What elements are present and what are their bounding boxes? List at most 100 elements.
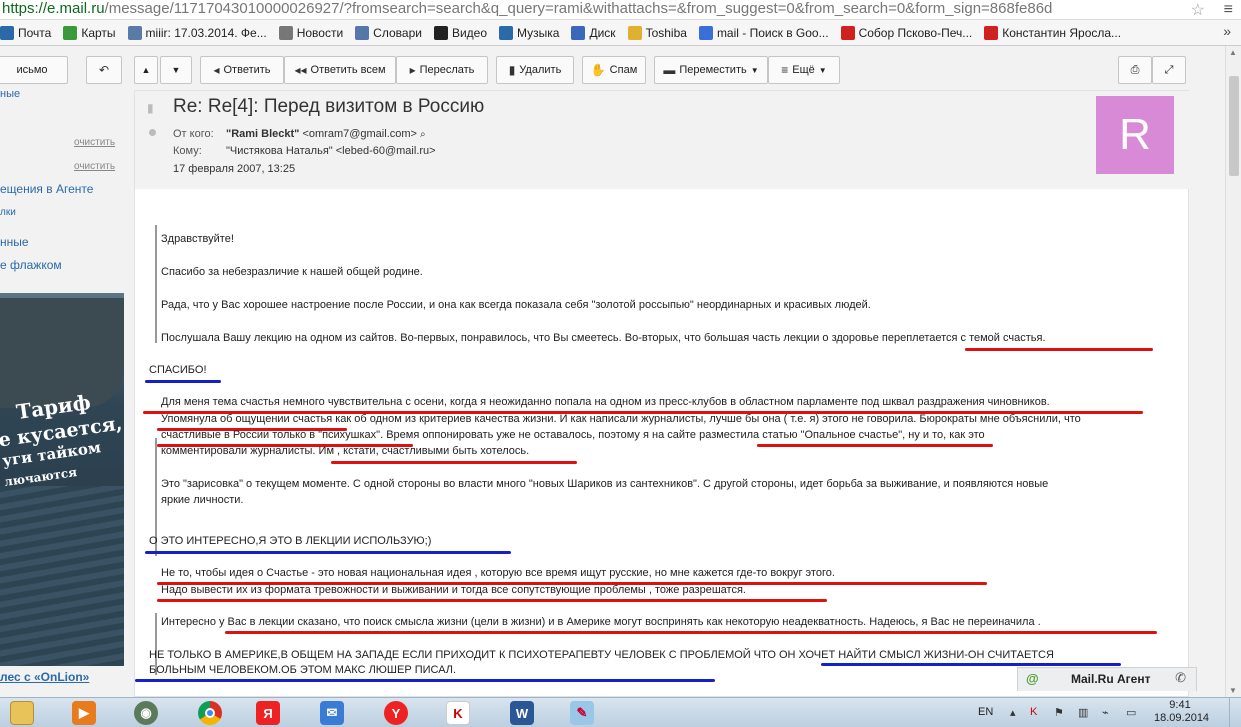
agent-at-icon: @ <box>1026 671 1039 686</box>
bookmark-item[interactable]: Toshiba <box>627 25 687 40</box>
reply-all-icon: ◂◂ <box>294 63 307 77</box>
back-to-inbox-button[interactable]: исьмо <box>0 56 68 84</box>
text-line: Для меня тема счастья немного чувствител… <box>161 396 1050 408</box>
chrome-taskbar-icon[interactable] <box>192 700 228 726</box>
show-desktop-button[interactable] <box>1229 698 1241 727</box>
bookmark-favicon-icon <box>63 25 78 40</box>
network-tray-icon[interactable]: ▥ <box>1078 706 1088 719</box>
explorer-taskbar-icon[interactable] <box>4 700 40 726</box>
scrollbar-thumb[interactable] <box>1229 76 1239 176</box>
mailru-agent-bar[interactable]: @ Mail.Ru Агент ✆ <box>1017 667 1197 691</box>
bookmark-star-icon[interactable]: ☆ <box>1191 0 1205 20</box>
print-button[interactable]: ⎙ <box>1118 56 1152 84</box>
kaspersky-taskbar-icon[interactable]: K <box>440 700 476 726</box>
bookmark-item[interactable]: Музыка <box>499 25 559 40</box>
flag-icon[interactable]: ▮ <box>147 101 154 115</box>
bookmark-favicon-icon <box>355 25 370 40</box>
scroll-up-icon[interactable]: ▲ <box>1229 48 1237 57</box>
bookmark-item[interactable]: miiir: 17.03.2014. Фе... <box>127 25 267 40</box>
bookmark-item[interactable]: Карты <box>63 25 116 40</box>
bookmark-item[interactable]: Собор Псково-Печ... <box>840 25 972 40</box>
clear-link[interactable]: очистить <box>74 161 115 172</box>
flag-tray-icon[interactable]: ⚑ <box>1054 706 1064 719</box>
spam-icon: ✋ <box>590 63 606 77</box>
tray-arrow-icon[interactable]: ▴ <box>1010 706 1016 719</box>
expand-button[interactable]: ⤢ <box>1152 56 1186 84</box>
advertisement-banner[interactable]: Тариф е кусается, уги тайком лючаются <box>0 293 124 666</box>
paint-taskbar-icon[interactable]: ✎ <box>564 700 600 726</box>
bookmark-item[interactable]: Новости <box>278 25 343 40</box>
undo-button[interactable]: ↶ <box>86 56 122 84</box>
search-icon[interactable]: ⌕ <box>420 129 426 140</box>
mail-taskbar-icon[interactable]: ✉ <box>314 700 350 726</box>
url-text[interactable]: https://e.mail.ru/message/11717043010000… <box>2 0 1172 18</box>
media-player-taskbar-icon[interactable]: ▶ <box>66 700 102 726</box>
sender-email[interactable]: <omram7@gmail.com> <box>302 128 416 140</box>
app-taskbar-icon[interactable]: ◉ <box>128 700 164 726</box>
language-indicator[interactable]: EN <box>978 706 993 718</box>
text-line: Не то, чтобы идея о Счастье - это новая … <box>161 567 835 579</box>
bookmark-item[interactable]: mail - Поиск в Goo... <box>698 25 829 40</box>
clear-link[interactable]: очистить <box>74 137 115 148</box>
read-status-icon[interactable] <box>149 129 156 136</box>
yandex-taskbar-icon[interactable]: Я <box>250 700 286 726</box>
word-taskbar-icon[interactable]: W <box>504 700 540 726</box>
more-button[interactable]: ≡ Ещё ▼ <box>768 56 840 84</box>
bookmark-favicon-icon <box>698 25 713 40</box>
bookmarks-more-icon[interactable]: » <box>1223 23 1231 39</box>
phone-icon[interactable]: ✆ <box>1175 670 1186 686</box>
bookmark-item[interactable]: Почта <box>0 25 51 40</box>
sidebar-link-unread[interactable]: нные <box>0 235 29 249</box>
red-underline <box>331 461 577 464</box>
page-scrollbar[interactable]: ▲ ▼ <box>1225 46 1241 697</box>
text-line: счастливые в России только в "психушках"… <box>161 429 985 441</box>
delete-button[interactable]: ▮ Удалить <box>496 56 574 84</box>
sender-name[interactable]: "Rami Bleckt" <box>226 128 299 140</box>
to-row: Кому: "Чистякова Наталья" <lebed-60@mail.… <box>173 145 436 157</box>
text-line: Интересно у Вас в лекции сказано, что по… <box>161 616 1041 628</box>
reply-line: О ЭТО ИНТЕРЕСНО,Я ЭТО В ЛЕКЦИИ ИСПОЛЬЗУЮ… <box>149 535 432 547</box>
recipient[interactable]: "Чистякова Наталья" <lebed-60@mail.ru> <box>226 145 436 157</box>
red-underline <box>157 599 827 602</box>
text-line: Надо вывести их из формата тревожности и… <box>161 584 746 596</box>
system-clock[interactable]: 9:41 18.09.2014 <box>1154 699 1209 725</box>
move-button[interactable]: ▬ Переместить ▼ <box>654 56 768 84</box>
ad-rock-shape <box>0 298 124 408</box>
sidebar-link[interactable]: ные <box>0 88 20 100</box>
browser-menu-icon[interactable]: ≡ <box>1224 1 1233 19</box>
bookmark-item[interactable]: Диск <box>571 25 616 40</box>
text-line: яркие личности. <box>161 494 244 506</box>
usb-tray-icon[interactable]: ⌁ <box>1102 706 1109 719</box>
forward-icon: ▸ <box>409 63 416 77</box>
sidebar-link-flagged[interactable]: е флажком <box>0 258 62 272</box>
list-icon: ≡ <box>781 63 789 77</box>
bookmark-item[interactable]: Константин Яросла... <box>984 25 1121 40</box>
blue-underline <box>135 679 715 682</box>
from-row: От кого: "Rami Bleckt" <omram7@gmail.com>… <box>173 128 426 140</box>
sidebar-link-agent[interactable]: ещения в Агенте <box>0 182 93 196</box>
folder-icon: ▬ <box>663 63 676 77</box>
bookmark-favicon-icon <box>627 25 642 40</box>
reply-all-button[interactable]: ◂◂ Ответить всем <box>284 56 396 84</box>
yandex-browser-taskbar-icon[interactable]: Y <box>378 700 414 726</box>
blue-underline <box>821 663 1121 666</box>
arrow-down-icon: ▼ <box>171 65 181 75</box>
windows-taskbar: ▶ ◉ Я ✉ Y K W ✎ EN ▴ K ⚑ ▥ ⌁ ▭ 9:41 18.0… <box>0 697 1241 727</box>
prev-message-button[interactable]: ▲ <box>134 56 158 84</box>
spam-button[interactable]: ✋ Спам <box>582 56 646 84</box>
bookmark-item[interactable]: Словари <box>355 25 422 40</box>
printer-icon: ⎙ <box>1130 63 1140 76</box>
bookmark-item[interactable]: Видео <box>433 25 487 40</box>
battery-tray-icon[interactable]: ▭ <box>1126 706 1136 719</box>
sidebar-link[interactable]: лки <box>0 207 16 218</box>
bookmark-favicon-icon <box>840 25 855 40</box>
address-bar[interactable]: https://e.mail.ru/message/11717043010000… <box>0 0 1241 20</box>
next-message-button[interactable]: ▼ <box>160 56 192 84</box>
forward-button[interactable]: ▸ Переслать <box>396 56 488 84</box>
kaspersky-tray-icon[interactable]: K <box>1030 706 1037 718</box>
promo-link[interactable]: лес с «OnLion» <box>0 670 89 684</box>
text-line: Спасибо за небезразличие к нашей общей р… <box>161 266 423 278</box>
scroll-down-icon[interactable]: ▼ <box>1229 686 1237 695</box>
bookmark-favicon-icon <box>0 25 14 40</box>
reply-button[interactable]: ◂ Ответить <box>200 56 284 84</box>
